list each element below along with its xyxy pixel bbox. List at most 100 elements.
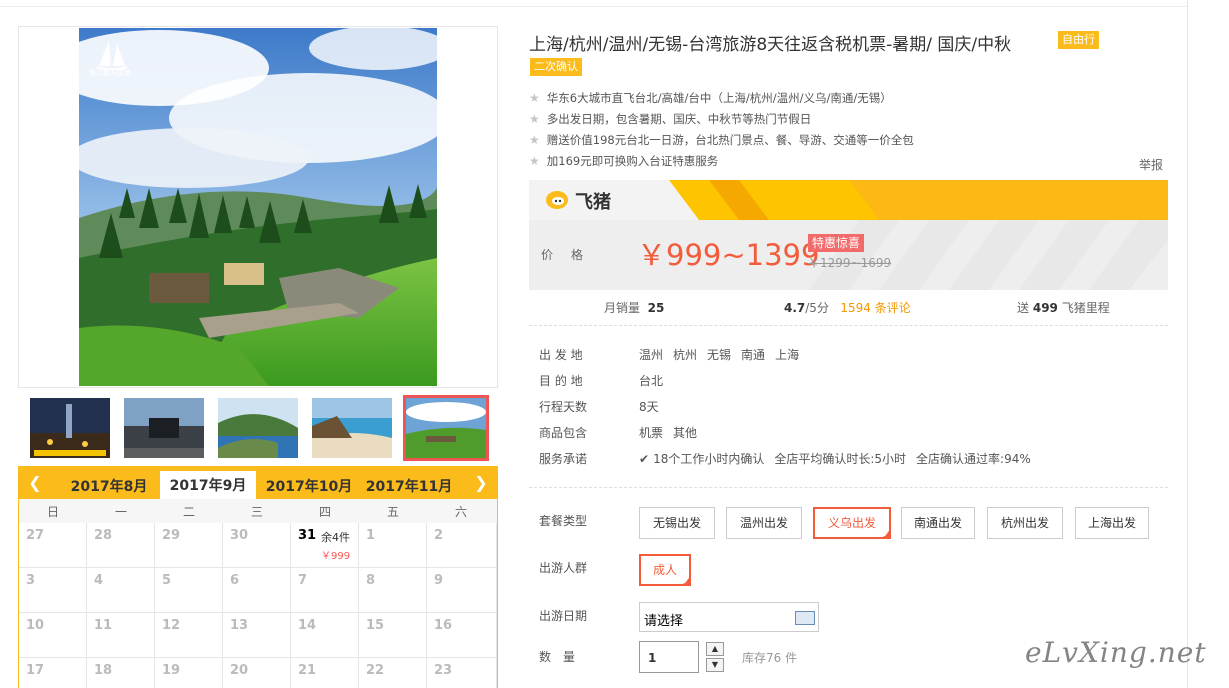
calendar-day: 1 [359, 523, 427, 568]
calendar-day: 16 [427, 613, 497, 658]
calendar-prev-icon[interactable]: ❮ [27, 473, 43, 492]
star-icon: ★ [529, 154, 540, 168]
service-item: 18个工作小时内确认 [653, 452, 765, 466]
day-number: 20 [230, 663, 249, 678]
date-label: 出游日期 [539, 609, 588, 623]
departure-city: 杭州 [673, 348, 698, 362]
service-item: 全店确认通过率:94% [916, 452, 1031, 466]
day-number: 5 [162, 573, 172, 588]
day-price: ￥999 [321, 551, 351, 562]
reviews-link[interactable]: 1594 条评论 [840, 301, 910, 315]
fliggy-pig-icon [546, 191, 568, 209]
calendar-day: 10 [19, 613, 87, 658]
date-value: 请选择 [644, 614, 684, 629]
calendar-day: 12 [155, 613, 223, 658]
weekday: 四 [318, 505, 331, 519]
promo-badge: 特惠惊喜 [808, 234, 865, 252]
date-picker-input[interactable]: 请选择 [639, 602, 819, 632]
package-wenzhou[interactable]: 温州出发 [726, 507, 802, 539]
day-number: 13 [230, 618, 249, 633]
package-shanghai[interactable]: 上海出发 [1075, 507, 1149, 539]
weekday: 一 [114, 505, 127, 519]
brand-name: 飞猪 [575, 192, 611, 213]
thumbnail-5-selected[interactable] [403, 395, 489, 461]
calendar-month-aug[interactable]: 2017年8月 [61, 475, 157, 499]
thumbnail-2[interactable] [124, 398, 204, 458]
package-label: 套餐类型 [539, 514, 588, 528]
day-number: 22 [366, 663, 385, 678]
calendar-day-available[interactable]: 31 余4件 ￥999 [291, 523, 359, 568]
feature-text: 加169元即可换购入台证特惠服务 [546, 154, 719, 168]
day-number: 2 [434, 528, 444, 543]
calendar-day: 22 [359, 658, 427, 688]
thumbnail-4[interactable] [312, 398, 392, 458]
day-number: 31 [298, 528, 317, 543]
main-product-image[interactable]: 浙江新天国旅 [79, 28, 437, 386]
thumbnail-3[interactable] [218, 398, 298, 458]
calendar-day: 15 [359, 613, 427, 658]
info-label: 出 发 地 [539, 348, 583, 362]
calendar-next-icon[interactable]: ❯ [473, 473, 489, 492]
stats-bar: 月销量 25 4.7/5分 1594 条评论 送 499 飞猪里程 [529, 290, 1168, 326]
calendar-day: 20 [223, 658, 291, 688]
quantity-value: 1 [648, 651, 657, 665]
group-label: 出游人群 [539, 561, 588, 575]
quantity-up-icon[interactable]: ▲ [706, 642, 724, 656]
weekday: 六 [454, 505, 467, 519]
group-adult-selected[interactable]: 成人 ✓ [639, 554, 691, 586]
includes-list: 机票 其他 [639, 424, 707, 441]
package-wuxi[interactable]: 无锡出发 [639, 507, 715, 539]
info-value: 8天 [639, 400, 659, 414]
package-nantong[interactable]: 南通出发 [901, 507, 975, 539]
check-icon: ✓ [883, 531, 889, 539]
day-number: 21 [298, 663, 317, 678]
info-value: 台北 [639, 374, 664, 388]
calendar-day: 19 [155, 658, 223, 688]
miles-suffix: 飞猪里程 [1061, 301, 1110, 315]
day-number: 7 [298, 573, 308, 588]
include-item: 其他 [673, 426, 698, 440]
product-page: 浙江新天国旅 ❮ 2017年8月 2017年9月 2017年10月 2017年1… [0, 0, 1229, 688]
report-link[interactable]: 举报 [1139, 156, 1163, 173]
star-icon: ★ [529, 91, 540, 105]
star-icon: ★ [529, 133, 540, 147]
thumbnail-1[interactable] [30, 398, 110, 458]
info-label: 目 的 地 [539, 374, 583, 388]
package-yiwu-selected[interactable]: 义乌出发 ✓ [813, 507, 891, 539]
calendar-day: 6 [223, 568, 291, 613]
day-number: 1 [366, 528, 376, 543]
info-label: 商品包含 [539, 426, 588, 440]
price-value: ￥999~1399 [637, 238, 820, 272]
package-hangzhou[interactable]: 杭州出发 [987, 507, 1063, 539]
include-item: 机票 [639, 426, 664, 440]
quantity-input[interactable]: 1 [639, 641, 699, 673]
feature-text: 赠送价值198元台北一日游，台北热门景点、餐、导游、交通等一价全包 [546, 133, 914, 147]
day-number: 12 [162, 618, 181, 633]
tag-second-confirm: 二次确认 [530, 58, 582, 76]
day-number: 30 [230, 528, 249, 543]
sales-value: 25 [647, 301, 665, 315]
feature-item: ★ 赠送价值198元台北一日游，台北热门景点、餐、导游、交通等一价全包 [529, 130, 914, 151]
options-divider [529, 487, 1168, 488]
day-number: 29 [162, 528, 181, 543]
price-label: 价格 [541, 248, 602, 262]
calendar-icon[interactable] [795, 611, 815, 625]
day-number: 9 [434, 573, 444, 588]
calendar-month-oct[interactable]: 2017年10月 [261, 475, 357, 499]
day-number: 15 [366, 618, 385, 633]
rating-suffix: /5分 [805, 301, 829, 315]
company-logo-text: 浙江新天国旅 [89, 69, 131, 77]
departure-calendar: ❮ 2017年8月 2017年9月 2017年10月 2017年11月 ❯ 日 … [18, 466, 498, 688]
group-text: 成人 [652, 563, 677, 577]
calendar-month-sep[interactable]: 2017年9月 [160, 471, 256, 499]
check-icon: ✓ [683, 578, 689, 586]
stock-text: 库存76 件 [742, 651, 798, 665]
calendar-day: 23 [427, 658, 497, 688]
calendar-month-nov[interactable]: 2017年11月 [361, 475, 457, 499]
main-image-box: 浙江新天国旅 [18, 26, 498, 388]
rating-stat: 4.7/5分 1594 条评论 [784, 299, 911, 316]
day-number: 28 [94, 528, 113, 543]
quantity-down-icon[interactable]: ▼ [706, 658, 724, 672]
calendar-day: 7 [291, 568, 359, 613]
calendar-day: 18 [87, 658, 155, 688]
